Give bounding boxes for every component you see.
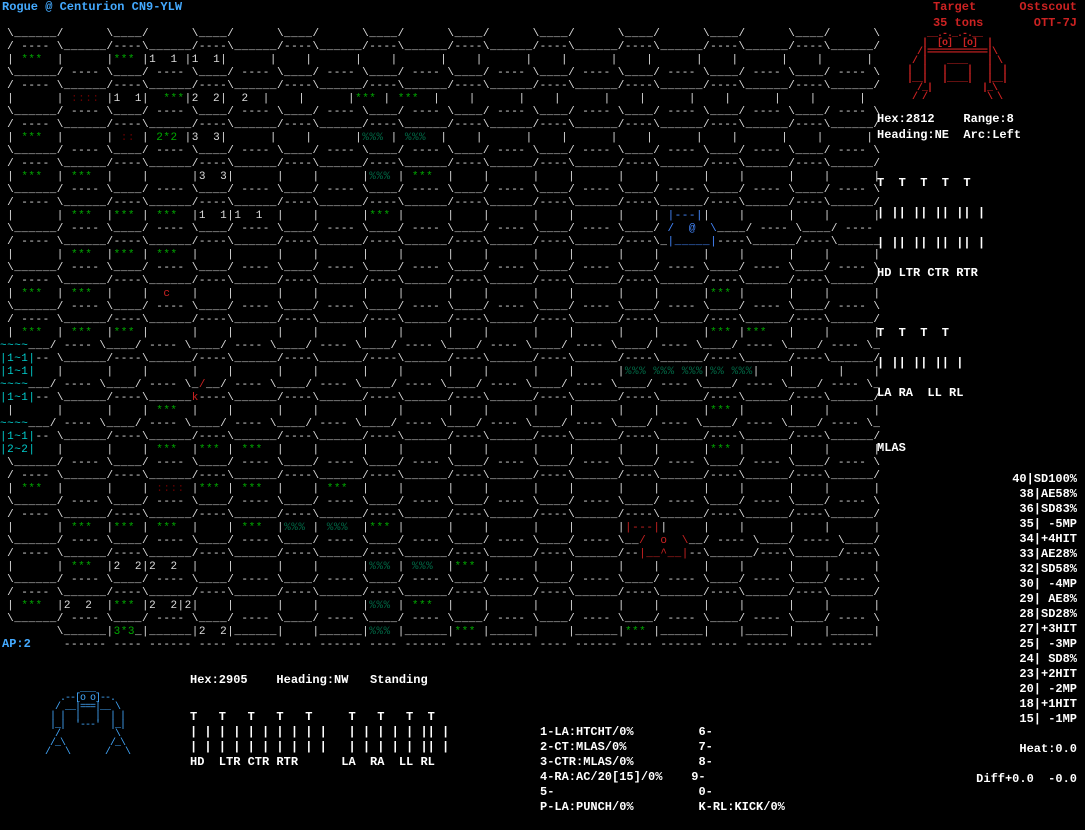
weapon-slot-4[interactable]: 4-RA:AC/20[15]/0% xyxy=(540,770,662,784)
enemy-mech-icon: __.-._.-.__ | [o] [o] | /|============|\… xyxy=(907,30,1077,102)
target-armor-diagram: T T T T T | || || || || | | || || || || … xyxy=(877,161,1077,431)
player-mech-title: Rogue @ Centurion CN9-YLW xyxy=(2,0,182,16)
heat-effects-table: 40|SD100% 38|AE58% 36|SD83% 35| -5MP 34|… xyxy=(976,472,1077,787)
weapon-slot-1[interactable]: 1-LA:HTCHT/0% xyxy=(540,725,634,739)
weapon-slot-0[interactable]: 0- xyxy=(698,785,712,799)
target-mech-title: Target Ostscout 35 tons OTT-7J xyxy=(933,0,1077,31)
target-weapons: MLAS xyxy=(877,441,1077,457)
weapon-slot-8[interactable]: 8- xyxy=(698,755,712,769)
weapon-slot-5[interactable]: 5- xyxy=(540,785,554,799)
target-stats: Hex:2812 Range:8 Heading:NE Arc:Left xyxy=(877,112,1077,143)
weapon-slot-7[interactable]: 7- xyxy=(698,740,712,754)
weapon-slot-6[interactable]: 6- xyxy=(698,725,712,739)
player-stats: Hex:2905 Heading:NW Standing xyxy=(190,673,428,689)
diff-readout: Diff+0.0 -0.0 xyxy=(976,772,1077,787)
action-points: AP:2 xyxy=(2,637,31,653)
weapon-slot-3[interactable]: 3-CTR:MLAS/0% xyxy=(540,755,634,769)
title-bar: Rogue @ Centurion CN9-YLW Target Ostscou… xyxy=(0,0,1085,14)
player-armor-diagram: T T T T T T T T T | | | | | | | | | | | … xyxy=(190,695,449,785)
heat-readout: Heat:0.0 xyxy=(976,742,1077,757)
player-mech-icon: ___ .--[o o]--. / __|===|__ \ | | | | | … xyxy=(40,685,130,757)
weapon-punch[interactable]: P-LA:PUNCH/0% xyxy=(540,800,634,814)
target-panel: __.-._.-.__ | [o] [o] | /|============|\… xyxy=(877,30,1077,457)
weapon-slot-2[interactable]: 2-CT:MLAS/0% xyxy=(540,740,626,754)
weapon-slot-9[interactable]: 9- xyxy=(691,770,705,784)
weapon-list[interactable]: 1-LA:HTCHT/0% 6- 2-CT:MLAS/0% 7- 3-CTR:M… xyxy=(540,710,785,830)
weapon-kick[interactable]: K-RL:KICK/0% xyxy=(698,800,784,814)
player-panel: AP:2 ___ .--[o o]--. / __|===|__ \ | | |… xyxy=(0,655,880,795)
hex-map[interactable]: \______/ \____/ \____/ \____/ \____/ \__… xyxy=(0,15,880,655)
